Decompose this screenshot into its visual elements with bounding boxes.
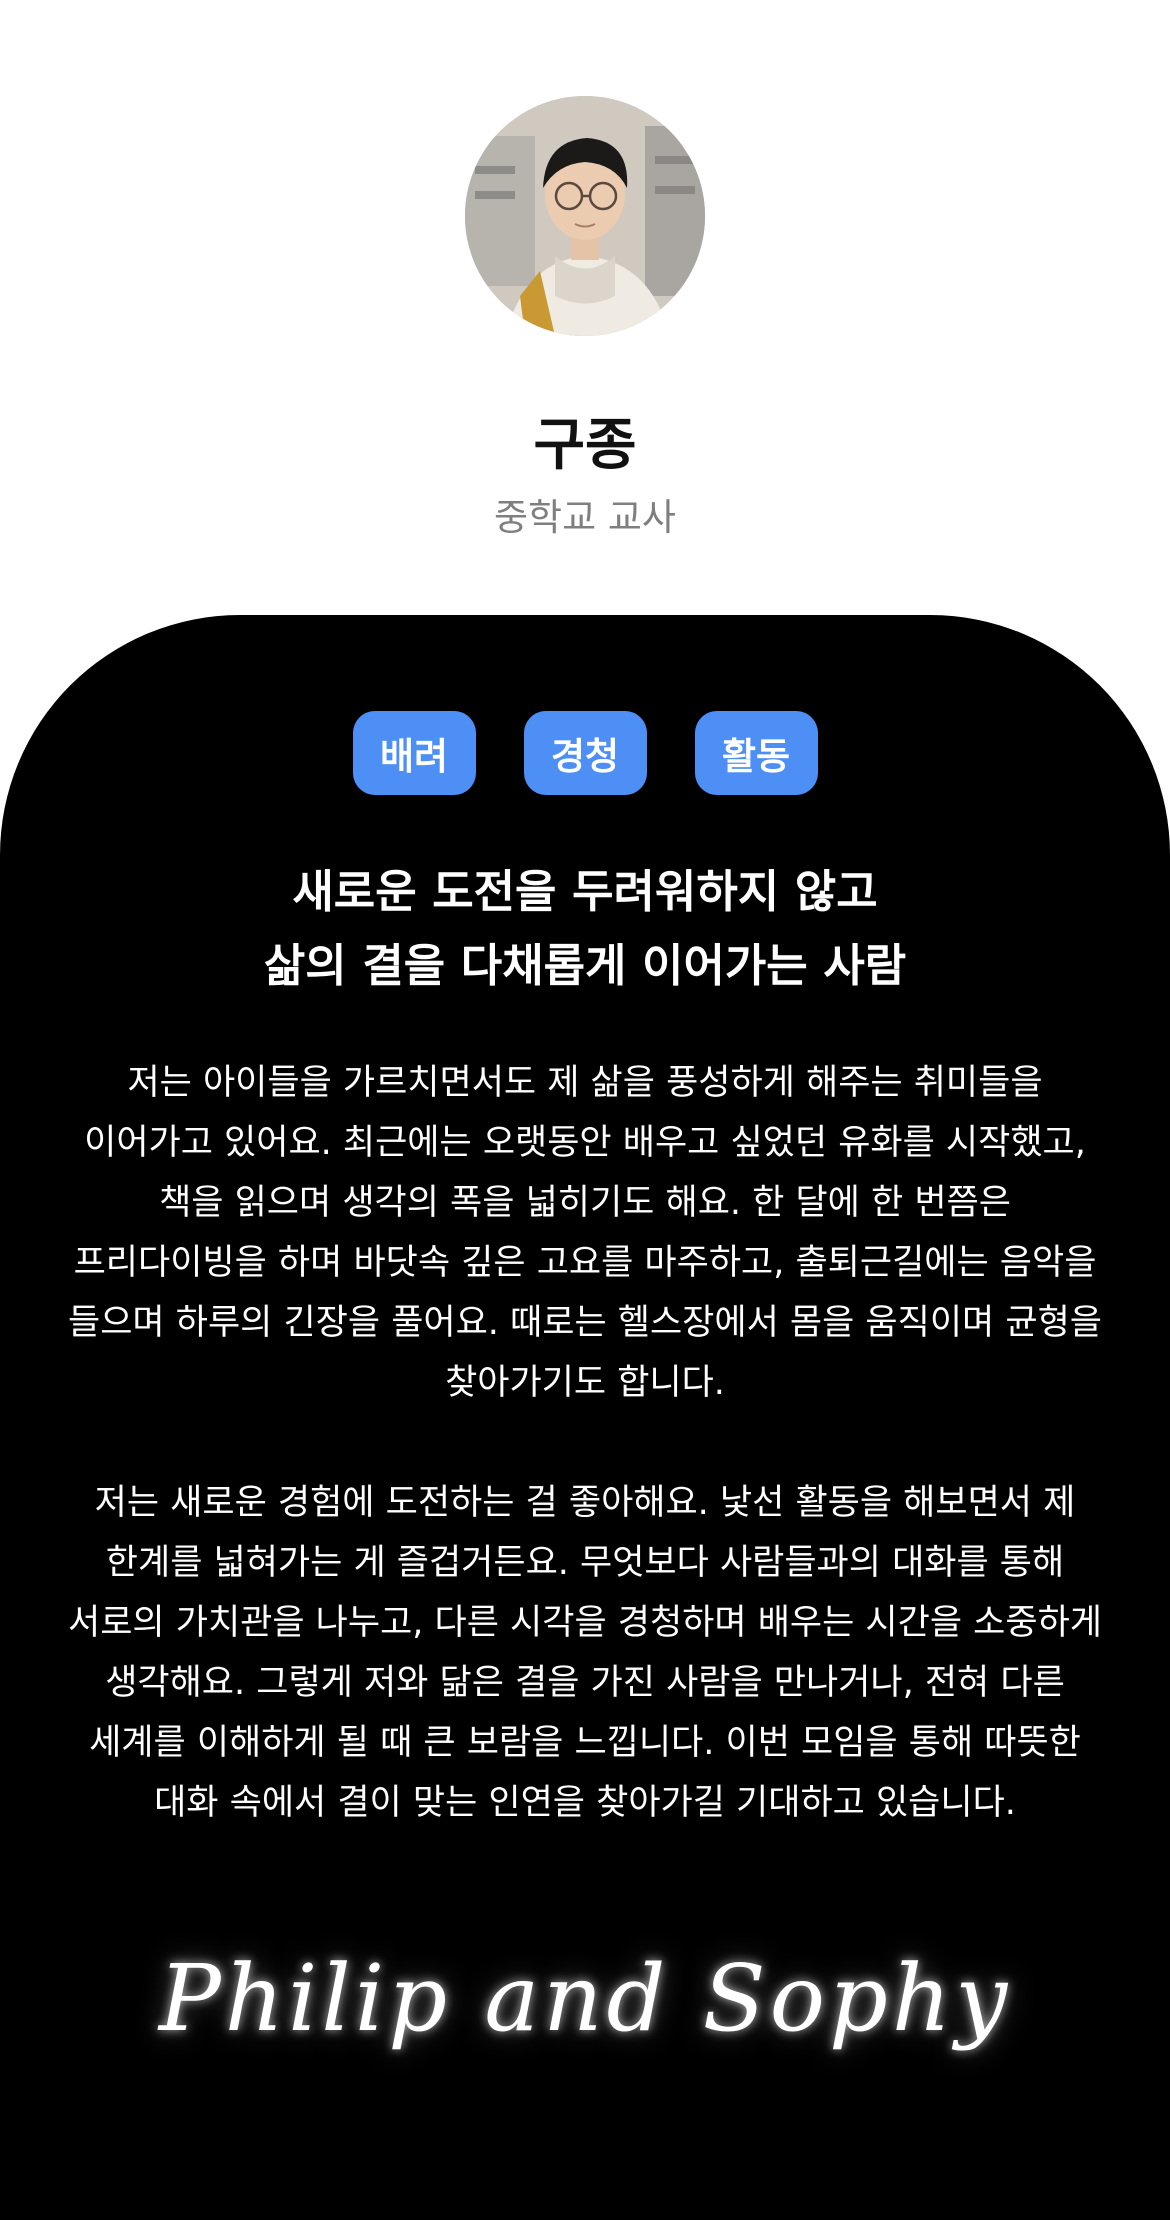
tag-activity: 활동 xyxy=(694,711,818,795)
headline-line-2: 삶의 결을 다채롭게 이어가는 사람 xyxy=(263,939,907,992)
tag-consideration: 배려 xyxy=(352,711,476,795)
intro-paragraph-values: 저는 새로운 경험에 도전하는 걸 좋아해요. 낯선 활동을 해보면서 제 한계… xyxy=(68,1483,1102,1823)
profile-name: 구종 xyxy=(533,413,637,478)
headline-line-1: 새로운 도전을 두려워하지 않고 xyxy=(292,865,878,918)
tag-list: 배려 경청 활동 xyxy=(0,711,1170,795)
intro-paragraph-hobbies: 저는 아이들을 가르치면서도 제 삶을 풍성하게 해주는 취미들을 이어가고 있… xyxy=(68,1063,1102,1403)
profile-headline: 새로운 도전을 두려워하지 않고 삶의 결을 다채롭게 이어가는 사람 xyxy=(60,855,1110,1003)
profile-role: 중학교 교사 xyxy=(494,496,676,539)
avatar-photo xyxy=(465,96,705,336)
signature-logo: Philip and Sophy xyxy=(158,1945,1012,2052)
tag-listening: 경청 xyxy=(523,711,647,795)
profile-avatar xyxy=(465,96,705,336)
